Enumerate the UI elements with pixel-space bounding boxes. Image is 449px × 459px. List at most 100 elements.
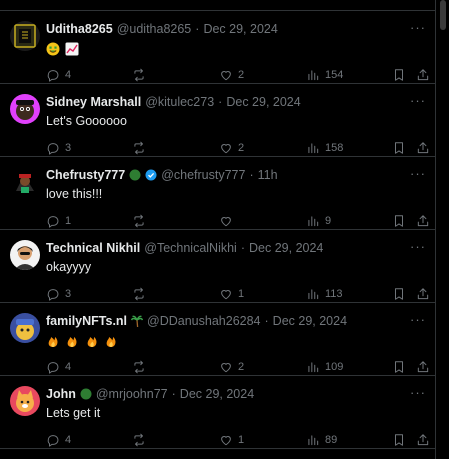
post-header: familyNFTs.nl @DDanushah26284 · Dec 29, …: [46, 313, 347, 329]
share-button[interactable]: [416, 140, 430, 156]
chart-increasing-icon: [65, 42, 79, 56]
repost-button[interactable]: [132, 213, 151, 229]
display-name[interactable]: Uditha8265: [46, 22, 113, 36]
avatar[interactable]: [10, 313, 40, 343]
user-handle[interactable]: @mrjoohn77: [96, 387, 168, 401]
bookmark-icon: [395, 69, 403, 81]
separator-dot: ·: [240, 241, 246, 255]
timestamp[interactable]: 11h: [258, 168, 278, 182]
post-item[interactable]: familyNFTs.nl @DDanushah26284 · Dec 29, …: [0, 303, 435, 376]
views-button[interactable]: 154: [306, 67, 343, 83]
post-text: love this!!!: [46, 187, 103, 201]
analytics-icon: [308, 289, 319, 300]
repost-button[interactable]: [132, 432, 151, 448]
share-button[interactable]: [416, 67, 430, 83]
bookmark-button[interactable]: [392, 67, 406, 83]
separator-dot: ·: [171, 387, 176, 401]
like-button[interactable]: 1: [219, 432, 244, 448]
heart-icon: [221, 217, 231, 227]
user-handle[interactable]: @kitulec273: [145, 95, 214, 109]
like-button[interactable]: 2: [219, 67, 244, 83]
timestamp[interactable]: Dec 29, 2024: [273, 314, 347, 328]
avatar[interactable]: [10, 386, 40, 416]
views-button[interactable]: 109: [306, 359, 343, 375]
user-handle[interactable]: @TechnicalNikhi: [144, 241, 237, 255]
views-button[interactable]: 113: [306, 286, 343, 302]
like-button[interactable]: [219, 213, 238, 229]
like-count: 1: [238, 434, 245, 446]
timestamp[interactable]: Dec 29, 2024: [249, 241, 323, 255]
user-handle[interactable]: @chefrusty777: [161, 168, 245, 182]
post-item[interactable]: Technical Nikhil @TechnicalNikhi · Dec 2…: [0, 230, 435, 303]
repost-button[interactable]: [132, 67, 151, 83]
grinning-money-face-icon: [46, 42, 60, 56]
post-item[interactable]: John @mrjoohn77 · Dec 29, 2024 ··· Lets …: [0, 376, 435, 449]
bookmark-icon: [395, 142, 403, 154]
timestamp[interactable]: Dec 29, 2024: [180, 387, 254, 401]
verified-badge-icon[interactable]: [145, 169, 157, 181]
display-name[interactable]: John: [46, 387, 76, 401]
share-button[interactable]: [416, 359, 430, 375]
heart-icon: [221, 144, 231, 154]
display-name[interactable]: Sidney Marshall: [46, 95, 141, 109]
like-button[interactable]: 2: [219, 140, 244, 156]
user-handle[interactable]: @DDanushah26284: [147, 314, 260, 328]
timestamp[interactable]: Dec 29, 2024: [226, 95, 300, 109]
post-item[interactable]: Chefrusty777 @chefrusty777 · 11h ··· lov…: [0, 157, 435, 230]
user-handle[interactable]: @uditha8265: [117, 22, 192, 36]
post-text: [46, 41, 81, 56]
repost-icon: [134, 287, 144, 301]
like-button[interactable]: 2: [219, 359, 244, 375]
heart-icon: [221, 71, 231, 81]
reply-button[interactable]: 3: [46, 140, 71, 156]
views-button[interactable]: 9: [306, 213, 331, 229]
more-options-button[interactable]: ···: [410, 93, 426, 108]
views-count: 89: [325, 434, 338, 446]
reply-button[interactable]: 4: [46, 432, 71, 448]
repost-button[interactable]: [132, 359, 151, 375]
views-button[interactable]: 158: [306, 140, 343, 156]
repost-button[interactable]: [132, 140, 151, 156]
display-name[interactable]: Chefrusty777: [46, 168, 125, 182]
more-options-button[interactable]: ···: [410, 312, 426, 327]
avatar[interactable]: [10, 167, 40, 197]
like-count: 2: [238, 142, 245, 154]
bookmark-button[interactable]: [392, 140, 406, 156]
display-name[interactable]: Technical Nikhil: [46, 241, 140, 255]
action-bar: 3 1 113: [46, 286, 429, 302]
bookmark-button[interactable]: [392, 213, 406, 229]
bookmark-icon: [395, 434, 403, 446]
avatar[interactable]: [10, 240, 40, 270]
post-item[interactable]: Sidney Marshall @kitulec273 · Dec 29, 20…: [0, 84, 435, 157]
more-options-button[interactable]: ···: [410, 166, 426, 181]
more-options-button[interactable]: ···: [410, 239, 426, 254]
scrollbar-thumb[interactable]: [440, 0, 446, 30]
bookmark-button[interactable]: [392, 286, 406, 302]
avatar[interactable]: [10, 94, 40, 124]
timestamp[interactable]: Dec 29, 2024: [203, 22, 277, 36]
share-button[interactable]: [416, 286, 430, 302]
reply-button[interactable]: 4: [46, 67, 71, 83]
reply-feed: Uditha8265 @uditha8265 · Dec 29, 2024 ··…: [0, 0, 436, 459]
bookmark-button[interactable]: [392, 432, 406, 448]
display-name[interactable]: familyNFTs.nl: [46, 314, 127, 328]
post-item[interactable]: Uditha8265 @uditha8265 · Dec 29, 2024 ··…: [0, 11, 435, 84]
repost-button[interactable]: [132, 286, 151, 302]
bookmark-button[interactable]: [392, 359, 406, 375]
more-options-button[interactable]: ···: [410, 385, 426, 400]
reply-button[interactable]: 4: [46, 359, 71, 375]
more-options-button[interactable]: ···: [410, 20, 426, 35]
analytics-icon: [308, 143, 319, 154]
scrollbar[interactable]: [437, 0, 449, 459]
views-button[interactable]: 89: [306, 432, 337, 448]
reply-button[interactable]: 1: [46, 213, 71, 229]
share-button[interactable]: [416, 432, 430, 448]
like-button[interactable]: 1: [219, 286, 244, 302]
share-button[interactable]: [416, 213, 430, 229]
post-text: Let's Goooooo: [46, 114, 127, 128]
avatar[interactable]: [10, 21, 40, 51]
heart-icon: [221, 290, 231, 300]
reply-button[interactable]: 3: [46, 286, 71, 302]
repost-icon: [134, 141, 144, 155]
share-icon: [417, 288, 429, 300]
